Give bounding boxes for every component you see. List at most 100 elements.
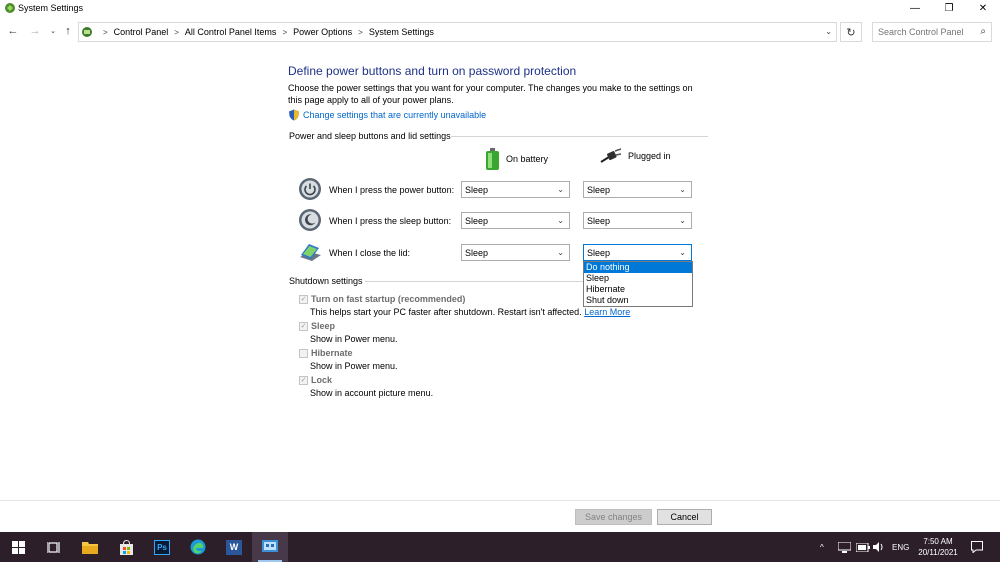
battery-icon <box>486 148 499 170</box>
breadcrumb-control-panel[interactable]: Control Panel <box>114 27 169 37</box>
battery-tray-icon[interactable] <box>856 532 870 562</box>
fast-startup-checkbox[interactable]: ✓ <box>299 295 308 304</box>
minimize-button[interactable]: — <box>898 0 932 17</box>
search-box[interactable]: ⌕ <box>872 22 992 42</box>
sleep-button-icon <box>299 209 321 231</box>
sleep-button-plugged-select[interactable]: Sleep ⌄ <box>583 212 692 229</box>
page-title: Define power buttons and turn on passwor… <box>288 64 577 78</box>
shield-icon <box>289 109 299 121</box>
start-button[interactable] <box>0 532 36 562</box>
section-shutdown: Shutdown settings <box>289 276 363 286</box>
power-button-battery-select[interactable]: Sleep ⌄ <box>461 181 570 198</box>
fast-startup-description: This helps start your PC faster after sh… <box>310 307 630 317</box>
chevron-down-icon: ⌄ <box>557 185 564 194</box>
select-value: Sleep <box>587 248 611 258</box>
breadcrumb-all-items[interactable]: All Control Panel Items <box>185 27 277 37</box>
taskbar-clock[interactable]: 7:50 AM 20/11/2021 <box>910 536 966 558</box>
hibernate-description: Show in Power menu. <box>310 361 398 371</box>
cancel-button[interactable]: Cancel <box>657 509 712 525</box>
hibernate-label: Hibernate <box>311 348 353 358</box>
select-value: Sleep <box>587 185 611 195</box>
breadcrumb-power-options[interactable]: Power Options <box>293 27 352 37</box>
store-icon <box>119 539 133 555</box>
laptop-lid-icon <box>300 244 321 261</box>
lock-label: Lock <box>311 375 333 385</box>
section-divider <box>451 136 708 137</box>
file-explorer-taskbar-button[interactable] <box>72 532 108 562</box>
edge-icon <box>190 539 206 555</box>
page-description: Choose the power settings that you want … <box>288 83 693 105</box>
lock-checkbox[interactable]: ✓ <box>299 376 308 385</box>
dropdown-option-do-nothing[interactable]: Do nothing <box>584 262 692 273</box>
recent-locations-button[interactable]: ⌄ <box>46 24 60 38</box>
learn-more-link[interactable]: Learn More <box>584 307 630 317</box>
network-icon[interactable] <box>838 532 851 562</box>
power-button-plugged-select[interactable]: Sleep ⌄ <box>583 181 692 198</box>
edge-taskbar-button[interactable] <box>180 532 216 562</box>
word-taskbar-button[interactable]: W <box>216 532 252 562</box>
select-value: Sleep <box>587 216 611 226</box>
fast-startup-desc-text: This helps start your PC faster after sh… <box>310 307 582 317</box>
chevron-down-icon: ⌄ <box>679 248 686 257</box>
chevron-down-icon: ⌄ <box>679 216 686 225</box>
column-plugged-in: Plugged in <box>600 148 671 164</box>
close-button[interactable]: ✕ <box>966 0 1000 17</box>
search-input[interactable] <box>873 23 968 41</box>
sleep-button-label: When I press the sleep button: <box>329 216 452 226</box>
control-panel-icon <box>262 540 278 552</box>
folder-icon <box>82 542 98 554</box>
section-power-buttons: Power and sleep buttons and lid settings <box>289 131 451 141</box>
close-lid-plugged-select[interactable]: Sleep ⌄ <box>583 244 692 261</box>
save-changes-button[interactable]: Save changes <box>575 509 652 525</box>
power-button-label: When I press the power button: <box>329 185 455 195</box>
word-icon: W <box>226 539 242 555</box>
breadcrumb-separator: > <box>282 27 288 37</box>
dropdown-option-sleep[interactable]: Sleep <box>584 273 692 284</box>
taskbar: Ps W ^ ENG 7:50 AM 20/11/2021 <box>0 532 1000 562</box>
search-icon[interactable]: ⌕ <box>980 26 986 37</box>
forward-button[interactable]: → <box>28 24 42 38</box>
store-taskbar-button[interactable] <box>108 532 144 562</box>
language-indicator[interactable]: ENG <box>892 532 909 562</box>
dropdown-option-shut-down[interactable]: Shut down <box>584 295 692 306</box>
breadcrumb-system-settings[interactable]: System Settings <box>369 27 434 37</box>
up-button[interactable]: ↑ <box>61 24 75 38</box>
power-options-icon <box>5 3 15 13</box>
photoshop-taskbar-button[interactable]: Ps <box>144 532 180 562</box>
on-battery-label: On battery <box>506 154 549 164</box>
close-lid-battery-select[interactable]: Sleep ⌄ <box>461 244 570 261</box>
dropdown-option-hibernate[interactable]: Hibernate <box>584 284 692 295</box>
control-panel-taskbar-button[interactable] <box>252 532 288 562</box>
maximize-button[interactable]: ❐ <box>932 0 966 17</box>
volume-icon[interactable] <box>873 532 884 562</box>
task-view-button[interactable] <box>36 532 72 562</box>
back-button[interactable]: ← <box>6 24 20 38</box>
clock-time: 7:50 AM <box>923 537 953 546</box>
footer-divider <box>0 500 1000 501</box>
chevron-down-icon: ⌄ <box>557 216 564 225</box>
breadcrumb: > Control Panel > All Control Panel Item… <box>97 27 434 37</box>
sleep-checkbox[interactable]: ✓ <box>299 322 308 331</box>
task-view-icon <box>47 541 60 553</box>
select-value: Sleep <box>465 185 489 195</box>
refresh-button[interactable]: ↻ <box>840 22 862 42</box>
section-title: Shutdown settings <box>289 276 363 286</box>
sleep-button-battery-select[interactable]: Sleep ⌄ <box>461 212 570 229</box>
tray-show-hidden-icons[interactable]: ^ <box>820 532 824 562</box>
address-bar[interactable]: > Control Panel > All Control Panel Item… <box>78 22 837 42</box>
fast-startup-label: Turn on fast startup (recommended) <box>311 294 466 304</box>
notifications-icon[interactable] <box>971 532 983 562</box>
select-value: Sleep <box>465 216 489 226</box>
plug-icon <box>600 148 622 163</box>
window-title: System Settings <box>18 3 84 13</box>
lock-description: Show in account picture menu. <box>310 388 434 398</box>
clock-date: 20/11/2021 <box>918 548 958 557</box>
close-lid-label: When I close the lid: <box>329 248 411 258</box>
hibernate-checkbox[interactable] <box>299 349 308 358</box>
section-divider <box>365 281 583 282</box>
change-settings-link-text[interactable]: Change settings that are currently unava… <box>303 110 486 120</box>
change-settings-link[interactable]: Change settings that are currently unava… <box>288 109 486 121</box>
sleep-label: Sleep <box>311 321 336 331</box>
address-dropdown-icon[interactable]: ⌄ <box>825 27 832 36</box>
control-panel-icon <box>82 27 92 37</box>
